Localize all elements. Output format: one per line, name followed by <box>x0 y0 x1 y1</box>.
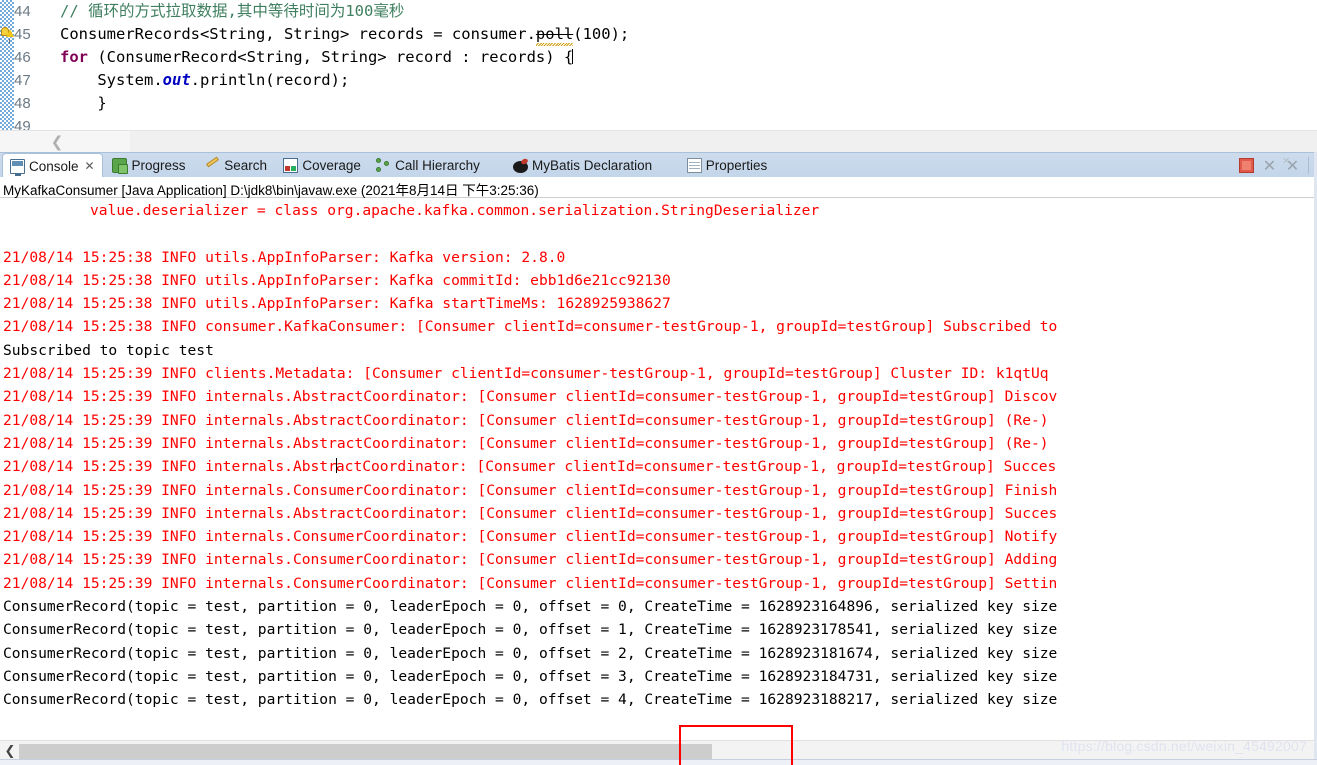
tab-properties[interactable]: Properties <box>680 153 775 178</box>
console-line: ConsumerRecord(topic = test, partition =… <box>0 642 1317 665</box>
code-token: (ConsumerRecord<String, String> record :… <box>88 48 573 66</box>
code-line[interactable]: 49 <box>0 115 1317 130</box>
console-line <box>0 222 1317 245</box>
tab-mybatis-declaration[interactable]: MyBatis Declaration <box>506 153 659 178</box>
window-bottom-edge <box>0 759 1317 765</box>
code-token: (100); <box>573 25 629 43</box>
console-line: 21/08/14 15:25:39 INFO internals.Abstrac… <box>0 502 1317 525</box>
console-line: ConsumerRecord(topic = test, partition =… <box>0 688 1317 711</box>
code-token: // 循环的方式拉取数据,其中等待时间为100毫秒 <box>60 2 404 20</box>
text-caret <box>572 49 573 64</box>
code-text: ConsumerRecords<String, String> records … <box>60 23 629 46</box>
tab-label: Properties <box>706 158 768 173</box>
console-line: 21/08/14 15:25:38 INFO consumer.KafkaCon… <box>0 315 1317 338</box>
code-token: ConsumerRecords<String, String> records … <box>60 25 536 43</box>
tab-label: Call Hierarchy <box>395 158 480 173</box>
chevron-left-icon[interactable]: ❮ <box>3 744 17 760</box>
tab-label: Console <box>29 159 79 174</box>
code-line[interactable]: 45 ConsumerRecords<String, String> record… <box>0 23 1317 46</box>
console-line: 21/08/14 15:25:39 INFO internals.Consume… <box>0 572 1317 595</box>
eclipse-ide-window: 44 // 循环的方式拉取数据,其中等待时间为100毫秒 45 ConsumerRec… <box>0 0 1317 765</box>
console-line: Subscribed to topic test <box>0 339 1317 362</box>
console-line: 21/08/14 15:25:39 INFO internals.Consume… <box>0 525 1317 548</box>
code-token: .println(record); <box>191 71 350 89</box>
code-text: } <box>60 92 107 115</box>
console-line: ConsumerRecord(topic = test, partition =… <box>0 595 1317 618</box>
code-token: poll <box>536 25 573 43</box>
tab-label: Coverage <box>302 158 361 173</box>
editor-scroll-strip <box>0 131 130 152</box>
search-icon <box>205 158 220 173</box>
line-number: 47 <box>14 69 44 92</box>
tab-label: Search <box>224 158 267 173</box>
watermark-text: https://blog.csdn.net/weixin_45492007 <box>1061 738 1307 754</box>
console-line: 21/08/14 15:25:39 INFO internals.Abstrac… <box>0 455 1317 478</box>
code-token: for <box>60 48 88 66</box>
code-editor[interactable]: 44 // 循环的方式拉取数据,其中等待时间为100毫秒 45 ConsumerRec… <box>0 0 1317 130</box>
code-line[interactable]: 46 for (ConsumerRecord<String, String> re… <box>0 46 1317 69</box>
console-view: ✕ ✕ Console ✕ Progress Search Coverage Call H… <box>0 152 1317 765</box>
close-icon[interactable]: ✕ <box>85 159 95 173</box>
code-lines[interactable]: 44 // 循环的方式拉取数据,其中等待时间为100毫秒 45 ConsumerRec… <box>0 0 1317 130</box>
remove-launch-button[interactable]: ✕ <box>1262 158 1277 173</box>
text-caret <box>336 458 337 473</box>
code-line[interactable]: 47 System.out.println(record); <box>0 69 1317 92</box>
console-icon <box>10 159 25 174</box>
call-hierarchy-icon <box>376 158 391 173</box>
console-line: ConsumerRecord(topic = test, partition =… <box>0 618 1317 641</box>
code-token: System. <box>60 71 163 89</box>
properties-icon <box>687 158 702 173</box>
code-token: } <box>60 94 107 112</box>
code-line[interactable]: 44 // 循环的方式拉取数据,其中等待时间为100毫秒 <box>0 0 1317 23</box>
line-number: 45 <box>14 23 44 46</box>
coverage-icon <box>283 158 298 173</box>
console-line: 21/08/14 15:25:39 INFO internals.Consume… <box>0 548 1317 571</box>
terminate-button[interactable] <box>1239 158 1254 173</box>
code-text: System.out.println(record); <box>60 69 349 92</box>
line-number: 46 <box>14 46 44 69</box>
tab-progress[interactable]: Progress <box>105 153 192 178</box>
tab-coverage[interactable]: Coverage <box>276 153 368 178</box>
line-number: 48 <box>14 92 44 115</box>
mybatis-icon <box>513 161 528 173</box>
editor-horizontal-scrollbar[interactable]: ❮ <box>0 130 1317 152</box>
console-output[interactable]: value.deserializer = class org.apache.ka… <box>0 199 1317 740</box>
console-line: ConsumerRecord(topic = test, partition =… <box>0 665 1317 688</box>
process-header-label: MyKafkaConsumer [Java Application] D:\jd… <box>0 177 1317 198</box>
code-token: out <box>163 71 191 89</box>
tab-search[interactable]: Search <box>198 153 274 178</box>
console-line: 21/08/14 15:25:39 INFO internals.Abstrac… <box>0 432 1317 455</box>
code-text: // 循环的方式拉取数据,其中等待时间为100毫秒 <box>60 0 404 23</box>
tab-call-hierarchy[interactable]: Call Hierarchy <box>369 153 487 178</box>
console-line: value.deserializer = class org.apache.ka… <box>0 199 1317 222</box>
tab-label: Progress <box>131 158 185 173</box>
console-line: 21/08/14 15:25:38 INFO utils.AppInfoPars… <box>0 246 1317 269</box>
console-line: 21/08/14 15:25:39 INFO internals.Abstrac… <box>0 409 1317 432</box>
line-number: 44 <box>14 0 44 23</box>
remove-all-terminated-button[interactable]: ✕ <box>1285 158 1300 173</box>
tab-console[interactable]: Console ✕ <box>2 153 103 178</box>
code-text: for (ConsumerRecord<String, String> reco… <box>60 46 572 69</box>
toolbar-divider <box>1308 157 1309 174</box>
line-number: 49 <box>14 115 44 130</box>
chevron-left-icon[interactable]: ❮ <box>50 135 64 149</box>
console-line: 21/08/14 15:25:39 INFO internals.Consume… <box>0 479 1317 502</box>
view-tab-bar[interactable]: ✕ ✕ Console ✕ Progress Search Coverage Call H… <box>0 152 1317 177</box>
console-line: 21/08/14 15:25:38 INFO utils.AppInfoPars… <box>0 292 1317 315</box>
console-line: 21/08/14 15:25:38 INFO utils.AppInfoPars… <box>0 269 1317 292</box>
progress-icon <box>112 158 127 173</box>
deprecation-warning-icon[interactable] <box>1 26 14 39</box>
console-line: 21/08/14 15:25:39 INFO internals.Abstrac… <box>0 385 1317 408</box>
tab-label: MyBatis Declaration <box>532 158 652 173</box>
code-line[interactable]: 48 } <box>0 92 1317 115</box>
console-line: 21/08/14 15:25:39 INFO clients.Metadata:… <box>0 362 1317 385</box>
console-toolbar[interactable]: ✕ ✕ <box>1239 153 1315 178</box>
